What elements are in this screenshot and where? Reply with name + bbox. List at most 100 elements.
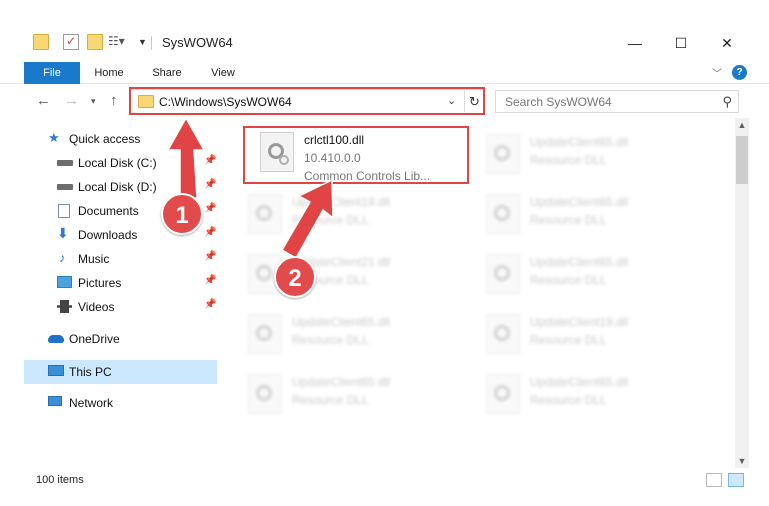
item-count: 100 items — [36, 474, 84, 486]
up-arrow-icon[interactable]: ↑ — [110, 92, 118, 109]
title-bar: ✓ ☷▾ ▼ SysWOW64 — ☐ ✕ — [0, 24, 769, 62]
file-name: UpdateClient65.dll — [530, 195, 629, 209]
star-icon: ★ — [48, 130, 60, 145]
network-icon — [48, 396, 62, 406]
file-name: UpdateClient65.dll — [530, 375, 629, 389]
file-item[interactable]: UpdateClient19.dll Resource DLL — [474, 306, 700, 358]
sidebar-item-this-pc[interactable]: This PC — [24, 360, 217, 384]
refresh-icon[interactable]: ↻ — [464, 91, 484, 112]
tab-view[interactable]: View — [200, 62, 246, 84]
tab-share[interactable]: Share — [144, 62, 190, 84]
window-title: SysWOW64 — [162, 35, 233, 50]
sidebar-item-network[interactable]: Network — [24, 392, 217, 414]
maximize-button[interactable]: ☐ — [658, 24, 704, 62]
file-name: UpdateClient65.dll — [530, 255, 629, 269]
file-item[interactable]: UpdateClient65.dll Resource DLL — [474, 126, 700, 178]
address-bar[interactable]: C:\Windows\SysWOW64 ⌄ ↻ — [130, 89, 484, 114]
file-type: Resource DLL — [292, 333, 369, 347]
sidebar-item-label: Music — [78, 252, 110, 266]
sidebar-item-label: Local Disk (C:) — [78, 156, 157, 170]
recent-locations-icon[interactable]: ▾ — [91, 96, 96, 107]
file-type: Resource DLL — [530, 393, 607, 407]
dll-file-icon — [486, 194, 520, 234]
drive-icon — [57, 184, 73, 190]
file-type: Resource DLL — [292, 213, 369, 227]
expand-ribbon-icon[interactable]: ﹀ — [712, 65, 722, 80]
file-item[interactable]: UpdateClient65.dll Resource DLL — [236, 366, 462, 418]
file-type: Resource DLL — [530, 273, 607, 287]
search-icon: ⚲ — [722, 94, 732, 109]
minimize-button[interactable]: — — [612, 24, 658, 62]
status-bar: 100 items — [24, 470, 749, 492]
customize-toolbar-icon[interactable]: ☷▾ — [108, 34, 125, 50]
video-icon — [57, 300, 72, 313]
sidebar-item-label: Local Disk (D:) — [78, 180, 157, 194]
file-item[interactable]: UpdateClient19.dll Resource DLL — [236, 186, 462, 238]
file-item-crlctl100[interactable]: crlctl100.dll 10.410.0.0 Common Controls… — [248, 124, 474, 186]
ribbon-tabs: File Home Share View ﹀ ? — [0, 62, 769, 84]
pictures-icon — [57, 276, 72, 288]
pin-icon[interactable]: 📌 — [204, 299, 216, 310]
file-item[interactable]: UpdateClient65.dll Resource DLL — [236, 306, 462, 358]
file-name: UpdateClient65.dll — [292, 315, 391, 329]
sidebar-item-label: Downloads — [78, 228, 138, 242]
tab-home[interactable]: Home — [86, 62, 132, 84]
file-item[interactable]: UpdateClient65.dll Resource DLL — [474, 246, 700, 298]
dll-file-icon — [486, 314, 520, 354]
dll-file-icon — [486, 374, 520, 414]
sidebar-item-label: This PC — [69, 365, 112, 379]
scroll-thumb[interactable] — [736, 136, 748, 184]
forward-arrow-icon[interactable]: → — [64, 92, 79, 109]
new-folder-icon[interactable] — [87, 34, 103, 50]
scroll-down-icon[interactable]: ▼ — [735, 456, 749, 466]
file-type: Resource DLL — [530, 213, 607, 227]
sidebar-item-local-disk-c[interactable]: Local Disk (C:) 📌 — [24, 152, 217, 174]
download-icon: ⬇ — [57, 225, 69, 241]
properties-icon[interactable]: ✓ — [63, 34, 79, 50]
sidebar-item-pictures[interactable]: Pictures 📌 — [24, 272, 217, 294]
step-2-badge: 2 — [274, 256, 316, 298]
sidebar-item-quick-access[interactable]: ★ Quick access — [24, 128, 217, 150]
pin-icon[interactable]: 📌 — [204, 155, 216, 166]
dll-file-icon — [248, 374, 282, 414]
sidebar-item-videos[interactable]: Videos 📌 — [24, 296, 217, 318]
help-icon[interactable]: ? — [732, 65, 747, 80]
vertical-scrollbar[interactable]: ▲ ▼ — [735, 118, 749, 468]
pin-icon[interactable]: 📌 — [204, 251, 216, 262]
tiles-view-icon[interactable] — [728, 473, 744, 487]
file-item[interactable]: UpdateClient65.dll Resource DLL — [474, 186, 700, 238]
dll-file-icon — [486, 254, 520, 294]
sidebar-item-label: Documents — [78, 204, 139, 218]
folder-icon[interactable] — [33, 34, 49, 50]
sidebar-item-music[interactable]: ♪ Music 📌 — [24, 248, 217, 270]
pin-icon[interactable]: 📌 — [204, 227, 216, 238]
pin-icon[interactable]: 📌 — [204, 275, 216, 286]
cloud-icon — [48, 335, 64, 343]
search-placeholder: Search SysWOW64 — [505, 95, 612, 109]
back-arrow-icon[interactable]: ← — [36, 92, 51, 109]
file-version: 10.410.0.0 — [304, 151, 361, 165]
documents-icon — [58, 204, 70, 218]
close-button[interactable]: ✕ — [704, 24, 750, 62]
tab-file[interactable]: File — [24, 62, 80, 84]
step-1-badge: 1 — [161, 193, 203, 235]
file-item[interactable]: UpdateClient21.dll Resource DLL — [236, 246, 462, 298]
file-item[interactable]: UpdateClient65.dll Resource DLL — [474, 366, 700, 418]
file-name: UpdateClient19.dll — [530, 315, 629, 329]
chevron-down-icon[interactable]: ⌄ — [447, 94, 456, 107]
scroll-up-icon[interactable]: ▲ — [735, 120, 749, 130]
sidebar-item-onedrive[interactable]: OneDrive — [24, 328, 217, 350]
pin-icon[interactable]: 📌 — [204, 179, 216, 190]
file-name: UpdateClient19.dll — [292, 195, 391, 209]
address-path[interactable]: C:\Windows\SysWOW64 — [159, 95, 292, 109]
pin-icon[interactable]: 📌 — [204, 203, 216, 214]
details-view-icon[interactable] — [706, 473, 722, 487]
dll-file-icon — [248, 194, 282, 234]
search-input[interactable]: Search SysWOW64 ⚲ — [495, 90, 739, 113]
sidebar-item-label: Quick access — [69, 132, 141, 146]
sidebar-item-label: Videos — [78, 300, 115, 314]
file-type: Resource DLL — [292, 393, 369, 407]
sidebar-item-label: Pictures — [78, 276, 122, 290]
navigation-bar: ← → ▾ ↑ C:\Windows\SysWOW64 ⌄ ↻ Search S… — [0, 84, 769, 118]
dll-file-icon — [248, 314, 282, 354]
